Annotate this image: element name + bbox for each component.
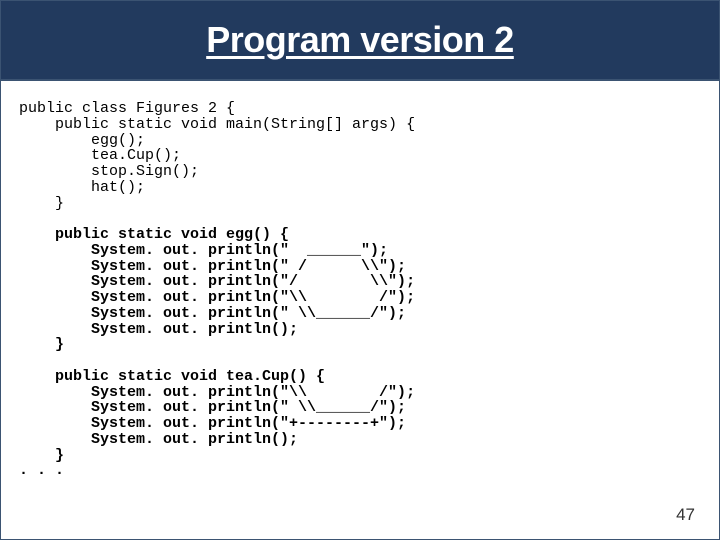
code-line: hat(); bbox=[19, 179, 145, 196]
code-line-bold: System. out. println(" \\______/"); bbox=[19, 399, 406, 416]
code-line: tea.Cup(); bbox=[19, 147, 181, 164]
code-line-bold: } bbox=[19, 447, 64, 464]
title-band: Program version 2 bbox=[1, 1, 719, 81]
slide-title: Program version 2 bbox=[206, 19, 514, 61]
code-line-bold: System. out. println("+--------+"); bbox=[19, 415, 406, 432]
code-line-bold: System. out. println(); bbox=[19, 431, 298, 448]
code-line: } bbox=[19, 195, 64, 212]
code-line-bold: System. out. println("/ \\"); bbox=[19, 273, 415, 290]
code-line: stop.Sign(); bbox=[19, 163, 199, 180]
code-block: public class Figures 2 { public static v… bbox=[19, 101, 699, 479]
code-line-bold: System. out. println("\\ /"); bbox=[19, 384, 415, 401]
code-line: public class Figures 2 { bbox=[19, 100, 235, 117]
code-line-bold: } bbox=[19, 336, 64, 353]
code-line-bold: System. out. println(); bbox=[19, 321, 298, 338]
code-line: public static void main(String[] args) { bbox=[19, 116, 415, 133]
code-line-bold: . . . bbox=[19, 462, 64, 479]
code-line-bold: public static void tea.Cup() { bbox=[19, 368, 325, 385]
code-line-bold: System. out. println(" / \\"); bbox=[19, 258, 406, 275]
slide: Program version 2 public class Figures 2… bbox=[0, 0, 720, 540]
code-line-bold: public static void egg() { bbox=[19, 226, 289, 243]
code-line-bold: System. out. println("\\ /"); bbox=[19, 289, 415, 306]
code-line-bold: System. out. println(" \\______/"); bbox=[19, 305, 406, 322]
code-line-bold: System. out. println(" ______"); bbox=[19, 242, 388, 259]
page-number: 47 bbox=[676, 505, 695, 525]
code-line: egg(); bbox=[19, 132, 145, 149]
